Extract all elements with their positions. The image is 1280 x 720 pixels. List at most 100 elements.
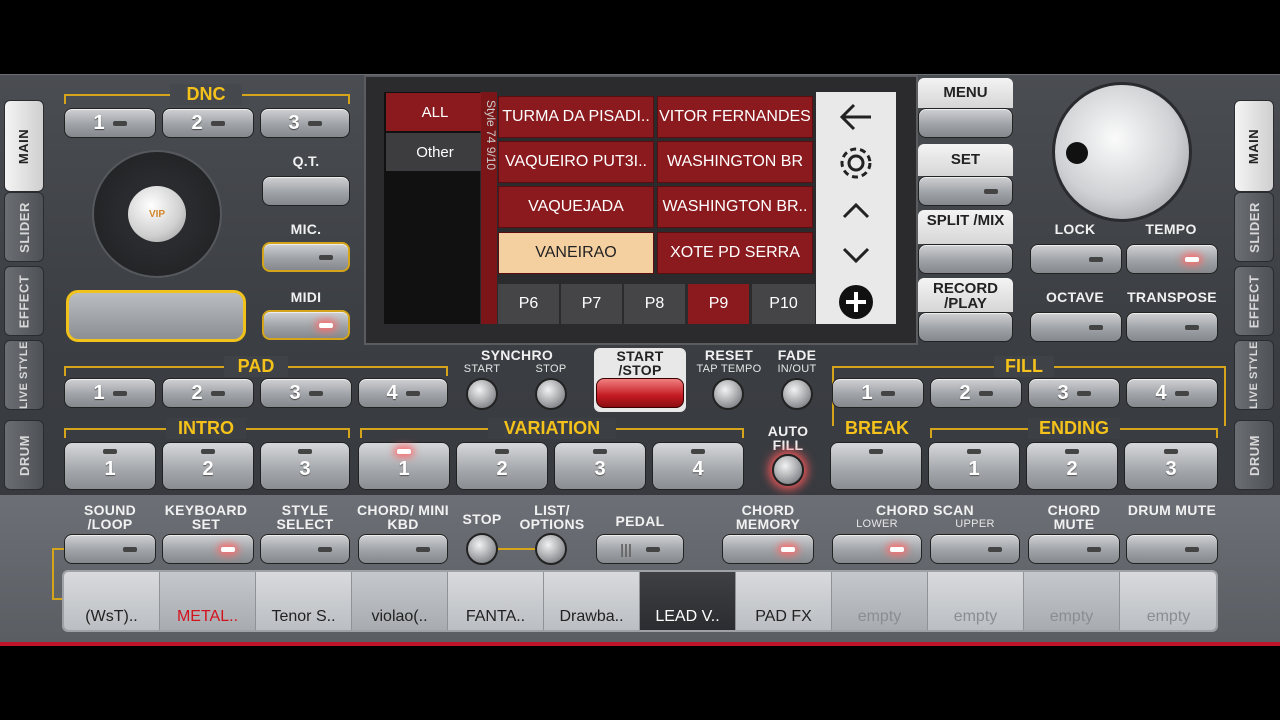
chord-memory-label: CHORD MEMORY <box>735 502 801 532</box>
side-tab-slider-left[interactable]: SLIDER <box>4 192 44 262</box>
mic-button[interactable] <box>262 242 350 272</box>
intro-button-3[interactable]: 3 <box>260 442 350 490</box>
variation-button-4[interactable]: 4 <box>652 442 744 490</box>
chord-scan-upper-button[interactable] <box>930 534 1020 564</box>
plus-icon[interactable] <box>816 282 896 322</box>
style-item[interactable]: WASHINGTON BR.. <box>657 186 813 228</box>
sound-slot-7[interactable]: LEAD V.. <box>640 572 736 630</box>
sound-slot-5[interactable]: FANTA.. <box>448 572 544 630</box>
record-play-button[interactable] <box>918 312 1013 342</box>
pad-button-3[interactable]: 3 <box>260 378 352 408</box>
style-item[interactable]: TURMA DA PISADI.. <box>498 96 654 138</box>
sound-slot-3[interactable]: Tenor S.. <box>256 572 352 630</box>
intro-button-1[interactable]: 1 <box>64 442 156 490</box>
display-slot[interactable] <box>66 290 246 342</box>
variation-button-2[interactable]: 2 <box>456 442 548 490</box>
chevron-up-icon[interactable] <box>816 190 896 230</box>
style-select-button[interactable] <box>260 534 350 564</box>
octave-button[interactable] <box>1030 312 1122 342</box>
qt-button[interactable] <box>262 176 350 206</box>
lock-button[interactable] <box>1030 244 1122 274</box>
break-button[interactable] <box>830 442 922 490</box>
chord-memory-button[interactable] <box>722 534 814 564</box>
back-arrow-icon[interactable] <box>816 96 896 138</box>
sound-slot-8[interactable]: PAD FX <box>736 572 832 630</box>
pedal-glyph: ||| <box>620 541 632 557</box>
fade-button[interactable] <box>781 378 813 410</box>
page-tab-p10[interactable]: P10 <box>752 284 816 324</box>
pad-button-1[interactable]: 1 <box>64 378 156 408</box>
chord-scan-lower-button[interactable] <box>832 534 922 564</box>
style-item[interactable]: VITOR FERNANDES <box>657 96 813 138</box>
sound-slot-6[interactable]: Drawba.. <box>544 572 640 630</box>
category-other[interactable]: Other <box>386 133 484 171</box>
style-item[interactable]: WASHINGTON BR <box>657 141 813 183</box>
style-item-selected[interactable]: VANEIRAO <box>498 232 654 274</box>
list-options-button[interactable] <box>535 533 567 565</box>
ending-button-2[interactable]: 2 <box>1026 442 1118 490</box>
stop-button[interactable] <box>466 533 498 565</box>
synchro-start-button[interactable] <box>466 378 498 410</box>
side-tab-livestyle-left[interactable]: LIVE STYLE <box>4 340 44 410</box>
pedal-button[interactable]: ||| <box>596 534 684 564</box>
keyboard-set-button[interactable] <box>162 534 254 564</box>
page-tab-p7[interactable]: P7 <box>561 284 623 324</box>
pedal-label: PEDAL <box>615 513 665 529</box>
fill-button-3[interactable]: 3 <box>1028 378 1120 408</box>
synchro-stop-button[interactable] <box>535 378 567 410</box>
fill-button-2[interactable]: 2 <box>930 378 1022 408</box>
style-item[interactable]: VAQUEIRO PUT3I.. <box>498 141 654 183</box>
sound-slot-9[interactable]: empty <box>832 572 928 630</box>
sound-slot-12[interactable]: empty <box>1120 572 1216 630</box>
auto-fill-button[interactable] <box>772 454 804 486</box>
side-tab-effect-left[interactable]: EFFECT <box>4 266 44 336</box>
reset-button[interactable] <box>712 378 744 410</box>
dnc-button-2[interactable]: 2 <box>162 108 254 138</box>
side-tab-main-right[interactable]: MAIN <box>1234 100 1274 192</box>
sound-slot-10[interactable]: empty <box>928 572 1024 630</box>
sound-slot-11[interactable]: empty <box>1024 572 1120 630</box>
side-tab-effect-right[interactable]: EFFECT <box>1234 266 1274 336</box>
page-tab-p8[interactable]: P8 <box>624 284 686 324</box>
style-item[interactable]: VAQUEJADA <box>498 186 654 228</box>
sound-slot-2[interactable]: METAL.. <box>160 572 256 630</box>
dnc-button-1[interactable]: 1 <box>64 108 156 138</box>
side-tab-slider-right[interactable]: SLIDER <box>1234 192 1274 262</box>
fill-button-4[interactable]: 4 <box>1126 378 1218 408</box>
dnc-button-3[interactable]: 3 <box>260 108 350 138</box>
stop-label: STOP <box>462 511 502 527</box>
category-all[interactable]: ALL <box>386 93 484 131</box>
chevron-down-icon[interactable] <box>816 236 896 276</box>
chord-mute-button[interactable] <box>1028 534 1120 564</box>
intro-button-2[interactable]: 2 <box>162 442 254 490</box>
side-tab-livestyle-right[interactable]: LIVE STYLE <box>1234 340 1274 410</box>
set-button[interactable] <box>918 176 1013 206</box>
sound-loop-button[interactable] <box>64 534 156 564</box>
break-title: BREAK <box>844 418 909 438</box>
variation-button-1[interactable]: 1 <box>358 442 450 490</box>
tempo-button[interactable] <box>1126 244 1218 274</box>
pad-button-4[interactable]: 4 <box>358 378 448 408</box>
side-tab-main-left[interactable]: MAIN <box>4 100 44 192</box>
fill-button-1[interactable]: 1 <box>832 378 924 408</box>
drum-mute-button[interactable] <box>1126 534 1218 564</box>
page-tab-p9[interactable]: P9 <box>688 284 750 324</box>
side-tab-drum-right[interactable]: DRUM <box>1234 420 1274 490</box>
ending-button-1[interactable]: 1 <box>928 442 1020 490</box>
start-stop-button[interactable] <box>596 378 684 408</box>
style-item[interactable]: XOTE PD SERRA <box>657 232 813 274</box>
sound-slot-1[interactable]: (WsT).. <box>64 572 160 630</box>
menu-button[interactable] <box>918 108 1013 138</box>
dial-indicator <box>1066 142 1088 164</box>
split-mix-button[interactable] <box>918 244 1013 274</box>
page-tab-p6[interactable]: P6 <box>498 284 560 324</box>
variation-button-3[interactable]: 3 <box>554 442 646 490</box>
midi-button[interactable] <box>262 310 350 340</box>
side-tab-drum-left[interactable]: DRUM <box>4 420 44 490</box>
ending-button-3[interactable]: 3 <box>1124 442 1218 490</box>
sound-slot-4[interactable]: violao(.. <box>352 572 448 630</box>
gear-icon[interactable] <box>816 140 896 186</box>
chord-mini-kbd-button[interactable] <box>358 534 448 564</box>
transpose-button[interactable] <box>1126 312 1218 342</box>
pad-button-2[interactable]: 2 <box>162 378 254 408</box>
